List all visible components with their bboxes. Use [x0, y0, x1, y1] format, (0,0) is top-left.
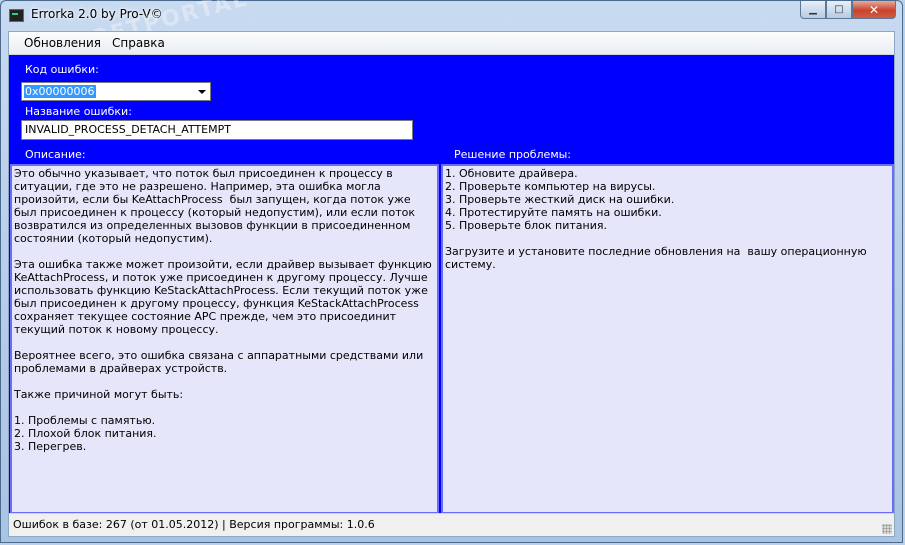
status-text: Ошибок в базе: 267 (от 01.05.2012) | Вер…	[13, 518, 375, 531]
description-label: Описание:	[25, 148, 86, 161]
window-title: Errorka 2.0 by Pro-V©	[31, 7, 163, 21]
maximize-icon: □	[834, 4, 844, 15]
chevron-down-icon[interactable]	[198, 90, 206, 94]
status-bar: Ошибок в базе: 267 (от 01.05.2012) | Вер…	[9, 513, 894, 536]
app-icon[interactable]	[9, 9, 24, 22]
error-code-combobox[interactable]: 0x00000006	[21, 82, 211, 101]
menu-updates[interactable]: Обновления	[24, 36, 101, 50]
error-code-label: Код ошибки:	[25, 63, 99, 76]
resize-grip-icon[interactable]	[882, 524, 892, 534]
description-textarea[interactable]: Это обычно указывает, что поток был прис…	[10, 164, 439, 514]
menu-help[interactable]: Справка	[112, 36, 165, 50]
solution-label: Решение проблемы:	[454, 148, 572, 161]
maximize-button[interactable]: □	[826, 1, 852, 19]
minimize-icon: ▁	[809, 4, 817, 15]
main-panel: Код ошибки: 0x00000006 Название ошибки: …	[9, 55, 894, 515]
client-area: Обновления Справка Код ошибки: 0x0000000…	[8, 31, 895, 537]
app-window: Errorka 2.0 by Pro-V© SOFTPORTAL ▁ □ ✕ О…	[0, 0, 903, 543]
error-name-label: Название ошибки:	[25, 105, 132, 118]
error-name-field[interactable]: INVALID_PROCESS_DETACH_ATTEMPT	[21, 120, 413, 140]
error-code-value: 0x00000006	[24, 85, 96, 98]
title-bar[interactable]: Errorka 2.0 by Pro-V© SOFTPORTAL ▁ □ ✕	[1, 0, 902, 57]
solution-textarea[interactable]: 1. Обновите драйвера. 2. Проверьте компь…	[441, 164, 894, 514]
minimize-button[interactable]: ▁	[800, 1, 826, 19]
close-button[interactable]: ✕	[852, 1, 896, 19]
caption-buttons: ▁ □ ✕	[800, 1, 896, 19]
menu-bar: Обновления Справка	[9, 32, 894, 55]
close-icon: ✕	[868, 2, 880, 17]
